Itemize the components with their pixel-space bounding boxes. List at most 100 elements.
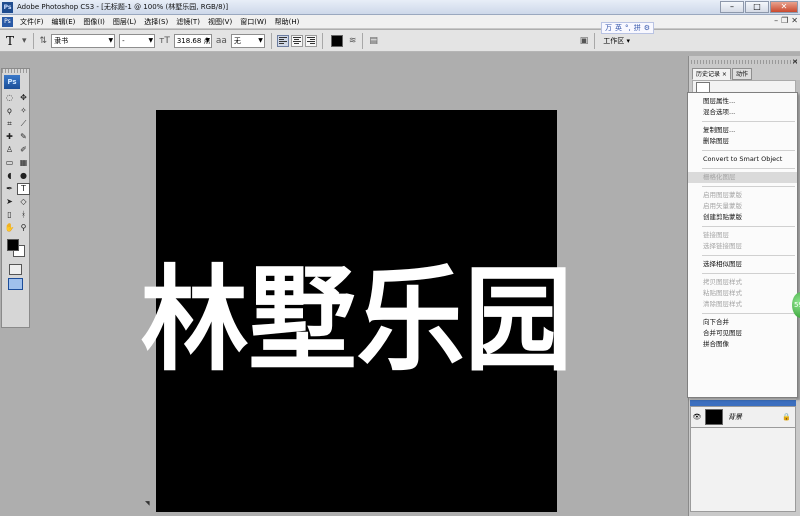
lasso-tool-icon[interactable]: ϙ: [3, 105, 16, 117]
menu-item-paste-layer-style[interactable]: 粘贴图层样式: [688, 288, 797, 299]
bridge-icon[interactable]: ▣: [580, 36, 589, 46]
ime-settings-icon[interactable]: ⚙: [644, 24, 650, 32]
menu-item-flatten-image[interactable]: 拼合图像: [688, 339, 797, 350]
font-size-input[interactable]: 318.68 点 ▼: [173, 33, 212, 48]
slice-tool-icon[interactable]: ⟋: [17, 118, 30, 130]
toolbox-grip[interactable]: [2, 69, 29, 73]
magic-wand-tool-icon[interactable]: ✧: [17, 105, 30, 117]
menu-item-enable-layer-mask[interactable]: 启用图层蒙版: [688, 190, 797, 201]
layers-panel-empty: [690, 428, 796, 512]
menu-item-duplicate-layer[interactable]: 复制图层...: [688, 125, 797, 136]
text-tool-icon[interactable]: T: [0, 34, 20, 48]
menu-item-create-clipping-mask[interactable]: 创建剪贴蒙版: [688, 212, 797, 223]
quick-mask-button[interactable]: [9, 264, 22, 275]
ime-english-icon[interactable]: 英: [615, 23, 622, 33]
doc-restore-button[interactable]: ❐: [781, 16, 788, 25]
layer-name: 背景: [728, 413, 742, 421]
canvas-text-layer[interactable]: 林墅乐园: [141, 229, 573, 393]
menu-item-clear-layer-style[interactable]: 清除图层样式: [688, 299, 797, 310]
menu-item-link-layers[interactable]: 链接图层: [688, 230, 797, 241]
menu-filter[interactable]: 滤镜(T): [172, 17, 204, 27]
minimize-button[interactable]: –: [720, 1, 744, 13]
menu-window[interactable]: 窗口(W): [236, 17, 270, 27]
separator: [594, 32, 596, 49]
shape-tool-icon[interactable]: ◇: [17, 196, 30, 208]
clone-stamp-tool-icon[interactable]: ♙: [3, 144, 16, 156]
notes-tool-icon[interactable]: ▯: [3, 209, 16, 221]
maximize-button[interactable]: □: [745, 1, 769, 13]
path-selection-tool-icon[interactable]: ➤: [3, 196, 16, 208]
layer-row-background[interactable]: 👁 背景 🔒: [690, 406, 796, 428]
panel-close-icon[interactable]: ✕: [792, 58, 798, 66]
chevron-down-icon: ▼: [258, 36, 263, 44]
gradient-tool-icon[interactable]: ▦: [17, 157, 30, 169]
blur-tool-icon[interactable]: ◖: [3, 170, 16, 182]
menu-separator: [702, 226, 795, 227]
eye-icon[interactable]: 👁: [691, 413, 703, 421]
menu-item-delete-layer[interactable]: 删除图层: [688, 136, 797, 147]
menu-separator: [702, 121, 795, 122]
menu-item-rasterize-layer[interactable]: 栅格化图层: [688, 172, 797, 183]
menu-item-copy-layer-style[interactable]: 拷贝图层样式: [688, 277, 797, 288]
zoom-tool-icon[interactable]: ⚲: [17, 222, 30, 234]
eyedropper-tool-icon[interactable]: ᚼ: [17, 209, 30, 221]
align-left-button[interactable]: [276, 34, 289, 47]
menu-image[interactable]: 图像(I): [79, 17, 109, 27]
menu-item-merge-visible[interactable]: 合并可见图层: [688, 328, 797, 339]
font-family-select[interactable]: 隶书 ▼: [51, 33, 116, 48]
separator: [270, 32, 272, 49]
ime-wan-icon[interactable]: 万: [605, 23, 612, 33]
ime-pinyin-icon[interactable]: 拼: [634, 23, 641, 33]
screen-mode-button[interactable]: [8, 278, 23, 290]
foreground-color-swatch[interactable]: [7, 239, 19, 251]
doc-close-button[interactable]: ✕: [791, 16, 798, 25]
align-center-button[interactable]: [290, 34, 303, 47]
font-family-value: 隶书: [54, 36, 69, 45]
menu-item-layer-properties[interactable]: 图层属性...: [688, 96, 797, 107]
layer-thumbnail: [705, 409, 723, 425]
brush-tool-icon[interactable]: ✎: [17, 131, 30, 143]
marquee-tool-icon[interactable]: ◌: [3, 92, 16, 104]
menu-item-select-linked-layers[interactable]: 选择链接图层: [688, 241, 797, 252]
move-tool-icon[interactable]: ✥: [17, 92, 30, 104]
warp-text-icon[interactable]: ≋: [349, 36, 357, 46]
antialias-select[interactable]: 无 ▼: [230, 33, 265, 48]
menu-item-select-similar-layers[interactable]: 选择相似图层: [688, 259, 797, 270]
panel-grip[interactable]: [691, 60, 798, 64]
menu-layer[interactable]: 图层(L): [109, 17, 140, 27]
ime-punctuation-icon[interactable]: °,: [625, 24, 631, 32]
menu-item-merge-down[interactable]: 向下合并: [688, 317, 797, 328]
pen-tool-icon[interactable]: ✒: [3, 183, 16, 195]
menu-item-enable-vector-mask[interactable]: 启用矢量蒙版: [688, 201, 797, 212]
menu-view[interactable]: 视图(V): [204, 17, 236, 27]
hand-tool-icon[interactable]: ✋: [3, 222, 16, 234]
text-color-swatch[interactable]: [330, 34, 343, 47]
dropdown-arrow-icon[interactable]: ▾: [22, 36, 27, 46]
tab-history[interactable]: 历史记录 ×: [692, 68, 731, 80]
document-canvas[interactable]: 林墅乐园: [141, 110, 573, 512]
menu-help[interactable]: 帮助(H): [271, 17, 304, 27]
history-brush-tool-icon[interactable]: ✐: [17, 144, 30, 156]
type-tool-icon[interactable]: T: [17, 183, 30, 195]
menu-select[interactable]: 选择(S): [140, 17, 172, 27]
doc-minimize-button[interactable]: –: [774, 16, 778, 25]
photoshop-app-icon: Ps: [2, 1, 13, 13]
title-bar: Ps Adobe Photoshop CS3 - [无标题-1 @ 100% (…: [0, 0, 800, 15]
tab-actions[interactable]: 动作: [731, 68, 752, 80]
menu-file[interactable]: 文件(F): [16, 17, 48, 27]
close-button[interactable]: ✕: [770, 1, 798, 13]
healing-brush-tool-icon[interactable]: ✚: [3, 131, 16, 143]
crop-tool-icon[interactable]: ⌗: [3, 118, 16, 130]
menu-item-blending-options[interactable]: 混合选项...: [688, 107, 797, 118]
character-panel-icon[interactable]: ▤: [369, 36, 378, 46]
lock-icon: 🔒: [782, 413, 791, 421]
menu-edit[interactable]: 编辑(E): [48, 17, 80, 27]
menu-item-convert-smart-object[interactable]: Convert to Smart Object: [688, 154, 797, 165]
ps-logo[interactable]: Ps: [4, 75, 20, 89]
dodge-tool-icon[interactable]: ●: [17, 170, 30, 182]
eraser-tool-icon[interactable]: ▭: [3, 157, 16, 169]
align-right-button[interactable]: [304, 34, 317, 47]
workspace-menu[interactable]: 工作区 ▾: [603, 36, 630, 46]
text-orientation-icon[interactable]: ⇅: [40, 36, 48, 46]
font-style-select[interactable]: - ▼: [119, 33, 156, 48]
